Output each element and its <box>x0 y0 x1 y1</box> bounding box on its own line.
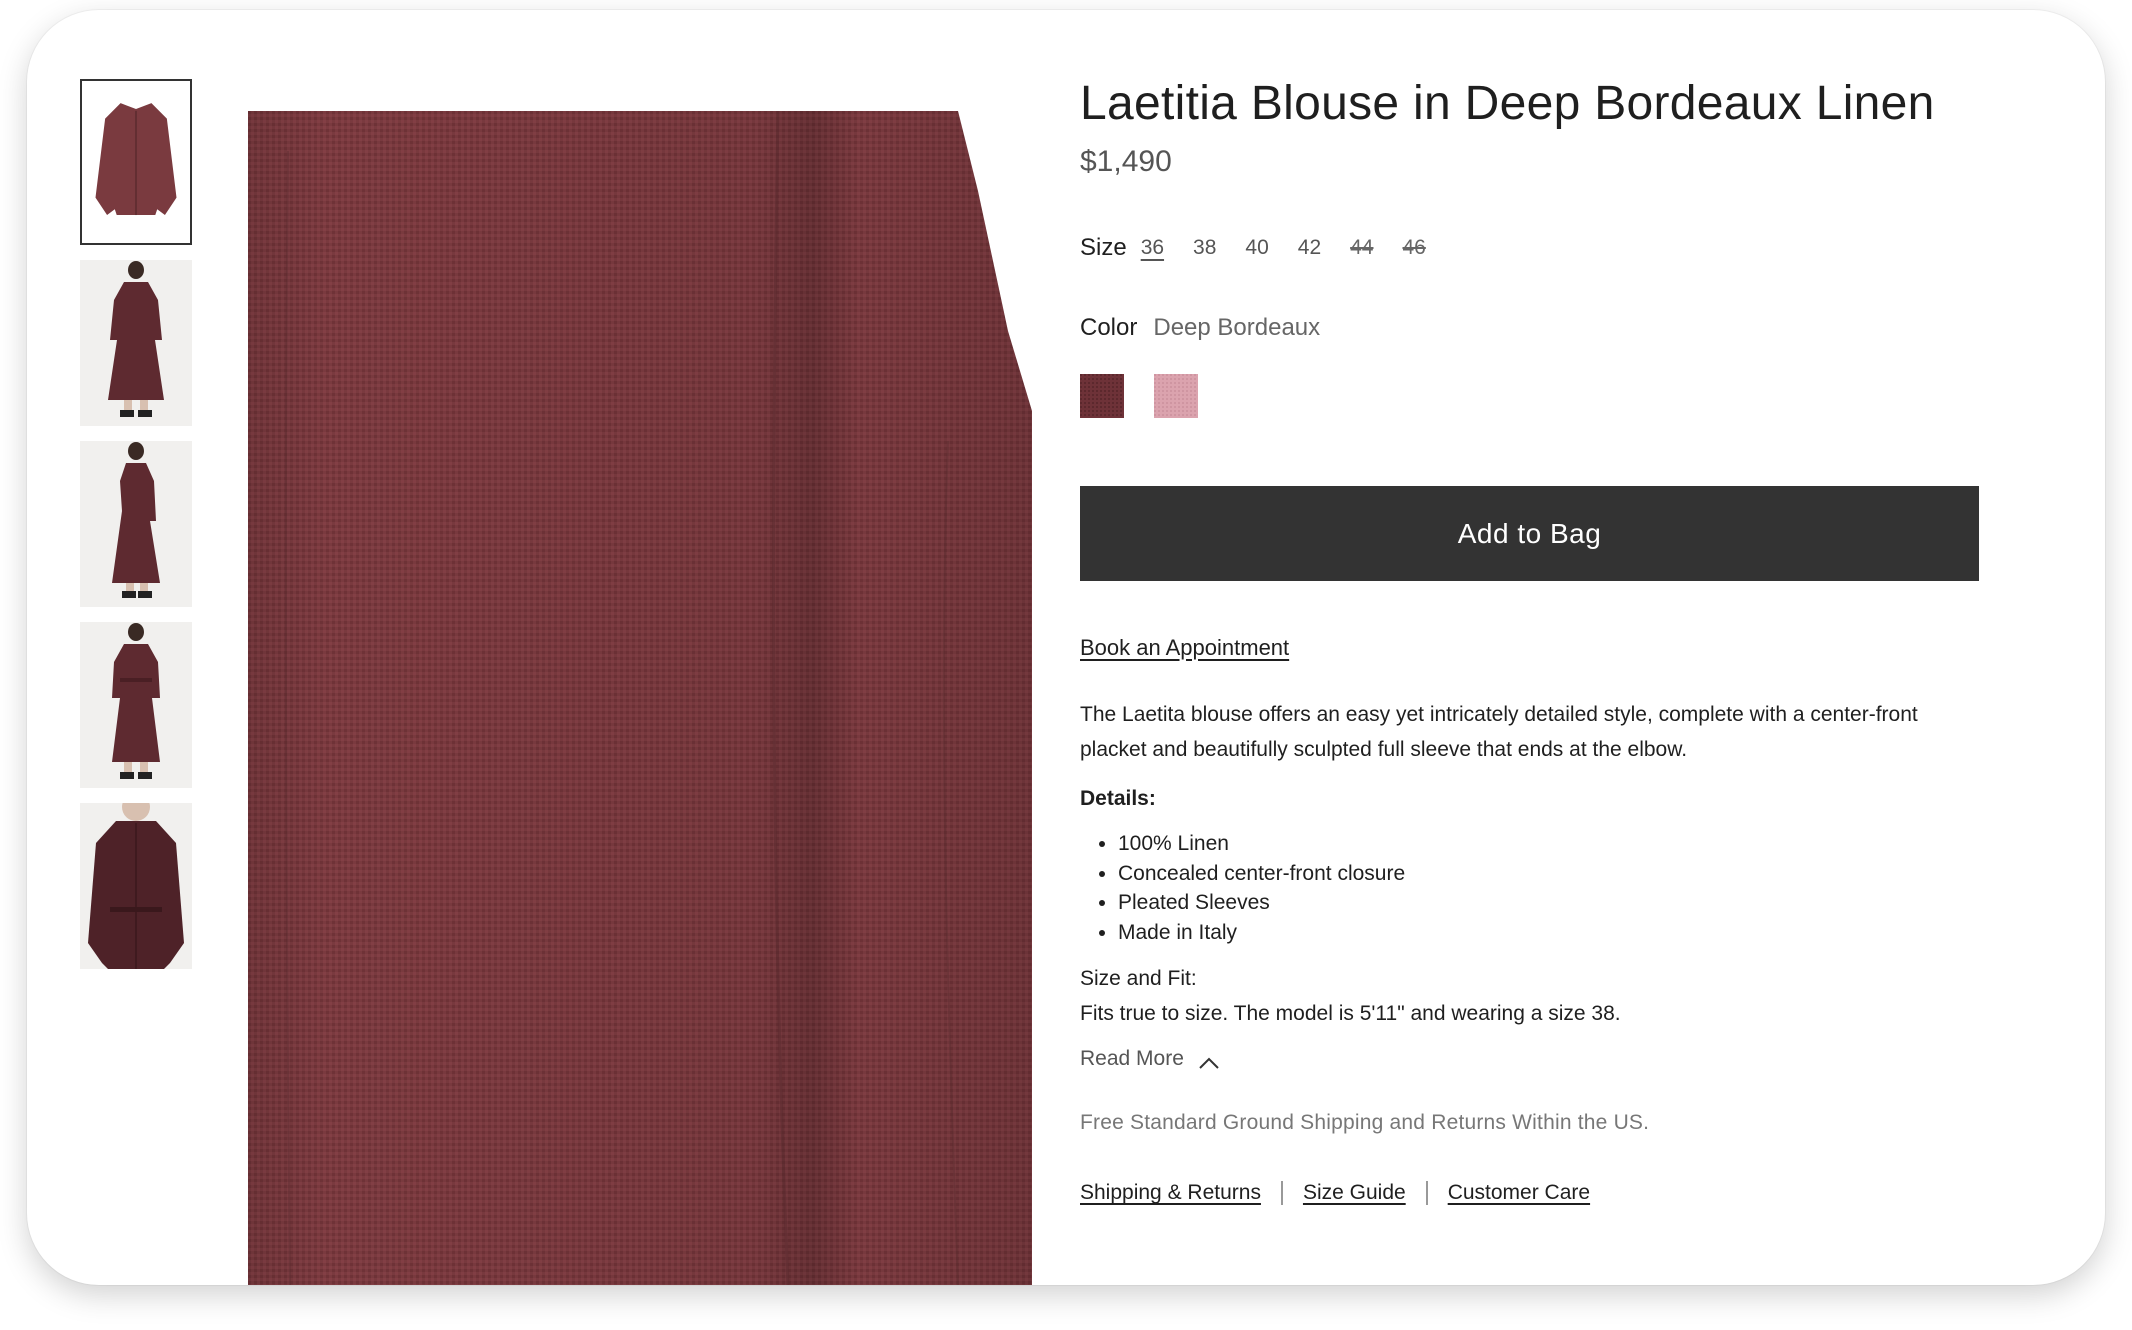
product-price: $1,490 <box>1080 145 1172 178</box>
thumbnail-model-closeup[interactable] <box>80 803 192 969</box>
size-option-44[interactable]: 44 <box>1350 236 1373 260</box>
swatch-deep-bordeaux[interactable] <box>1080 374 1124 418</box>
customer-care-link[interactable]: Customer Care <box>1448 1181 1590 1205</box>
size-guide-link[interactable]: Size Guide <box>1303 1181 1406 1205</box>
size-option-38[interactable]: 38 <box>1193 236 1216 260</box>
color-label: Color <box>1080 314 1138 341</box>
size-selector: Size 36 38 40 42 44 46 <box>1080 234 1980 262</box>
list-item: Made in Italy <box>1118 918 1980 948</box>
thumbnail-blouse-flat[interactable] <box>80 79 192 245</box>
color-value: Deep Bordeaux <box>1153 314 1321 341</box>
read-more-toggle[interactable]: Read More <box>1080 1047 1980 1071</box>
thumbnail-model-side[interactable] <box>80 441 192 607</box>
bordeaux-swatch-icon <box>1080 374 1124 418</box>
size-option-36[interactable]: 36 <box>1141 236 1164 260</box>
model-side-image <box>80 441 192 607</box>
blouse-flat-image <box>82 81 190 243</box>
list-item: 100% Linen <box>1118 829 1980 859</box>
details-list: 100% Linen Concealed center-front closur… <box>1080 829 1980 947</box>
footer-links: Shipping & Returns Size Guide Customer C… <box>1080 1181 1980 1205</box>
size-fit-text: Fits true to size. The model is 5'11" an… <box>1080 1002 1621 1025</box>
chevron-up-icon <box>1198 1052 1220 1069</box>
fabric-closeup-image <box>248 111 1032 1285</box>
color-selector: Color Deep Bordeaux <box>1080 314 1980 342</box>
divider <box>1280 1181 1283 1205</box>
model-front-belted-image <box>80 622 192 788</box>
divider <box>1425 1181 1428 1205</box>
shipping-note: Free Standard Ground Shipping and Return… <box>1080 1111 1650 1134</box>
thumbnail-model-front[interactable] <box>80 260 192 426</box>
add-to-bag-button[interactable]: Add to Bag <box>1080 486 1979 581</box>
product-description: The Laetita blouse offers an easy yet in… <box>1080 703 1918 761</box>
size-option-46[interactable]: 46 <box>1402 236 1425 260</box>
model-closeup-image <box>80 803 192 969</box>
size-fit-heading: Size and Fit: <box>1080 967 1197 990</box>
product-title: Laetitia Blouse in Deep Bordeaux Linen <box>1080 77 1935 130</box>
size-option-40[interactable]: 40 <box>1245 236 1268 260</box>
thumbnail-model-belted[interactable] <box>80 622 192 788</box>
swatch-pink[interactable] <box>1154 374 1198 418</box>
product-card: Laetitia Blouse in Deep Bordeaux Linen $… <box>27 10 2105 1285</box>
color-swatches <box>1080 374 1980 418</box>
details-heading: Details: <box>1080 787 1156 810</box>
product-info-panel: Laetitia Blouse in Deep Bordeaux Linen $… <box>1080 74 1980 1205</box>
thumbnail-strip <box>80 79 192 984</box>
model-front-image <box>80 260 192 426</box>
shipping-returns-link[interactable]: Shipping & Returns <box>1080 1181 1261 1205</box>
list-item: Pleated Sleeves <box>1118 888 1980 918</box>
list-item: Concealed center-front closure <box>1118 859 1980 889</box>
pink-swatch-icon <box>1154 374 1198 418</box>
size-option-42[interactable]: 42 <box>1298 236 1321 260</box>
book-appointment-link[interactable]: Book an Appointment <box>1080 635 1289 661</box>
read-more-label: Read More <box>1080 1047 1184 1070</box>
size-label: Size <box>1080 234 1127 261</box>
product-hero-image <box>248 111 1032 1285</box>
